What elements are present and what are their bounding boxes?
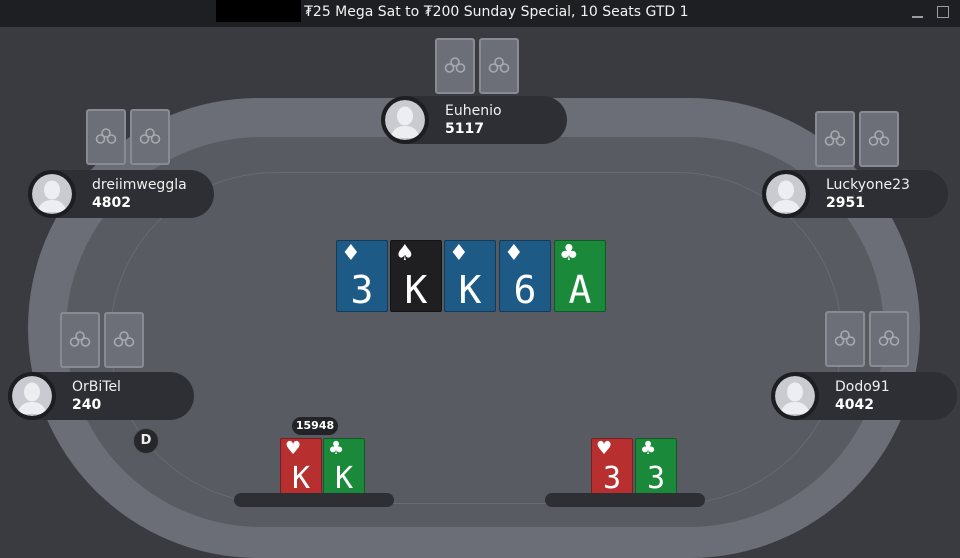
card-rank: A [568,268,592,312]
board-card: ♦ K [444,240,496,312]
club-logo-icon [69,331,91,347]
card-rank: 6 [513,268,537,312]
club-logo-icon [444,57,466,73]
seat-plate-partial [545,493,705,507]
club-logo-icon [113,331,135,347]
avatar [8,372,56,420]
player-name: OrBiTel [72,379,121,395]
seat-orbitel[interactable]: OrBiTel 240 [8,372,194,420]
club-suit-icon: ♣ [559,241,579,266]
window-title: ₮25 Mega Sat to ₮200 Sunday Special, 10 … [304,4,689,20]
user-silhouette-icon [32,174,72,214]
user-silhouette-icon [775,376,815,416]
hole-card: ♣ K [323,438,365,496]
card-back [86,109,126,165]
heart-suit-icon: ♥ [596,438,613,459]
player-name: Euhenio [445,103,502,119]
card-back [130,109,170,165]
minimize-icon[interactable] [910,5,926,21]
avatar [762,170,810,218]
hole-card: ♥ 3 [591,438,633,496]
avatar [28,170,76,218]
club-logo-icon [488,57,510,73]
seat-dreiimweggla[interactable]: dreiimweggla 4802 [28,170,214,218]
bet-amount-badge: 15948 [292,417,338,435]
user-silhouette-icon [766,174,806,214]
table-felt-line [110,172,842,504]
player-stack: 5117 [445,121,484,137]
board-card: ♠ K [390,240,442,312]
club-logo-icon [868,130,890,146]
player-name: Dodo91 [835,379,890,395]
heart-suit-icon: ♥ [285,438,302,459]
avatar [381,96,429,144]
board-card: ♣ A [554,240,606,312]
user-silhouette-icon [12,376,52,416]
diamond-suit-icon: ♦ [449,241,469,266]
title-redaction [216,0,301,22]
diamond-suit-icon: ♦ [341,241,361,266]
player-stack: 4042 [835,397,874,413]
spade-suit-icon: ♠ [395,241,415,266]
card-rank: K [334,461,354,496]
club-logo-icon [139,128,161,144]
club-suit-icon: ♣ [328,438,345,459]
player-stack: 4802 [92,195,131,211]
card-back [825,311,865,367]
player-stack: 240 [72,397,102,413]
board-card: ♦ 6 [499,240,551,312]
dealer-button: D [133,428,159,454]
club-logo-icon [834,330,856,346]
seat-euhenio[interactable]: Euhenio 5117 [381,96,567,144]
card-back [60,312,100,368]
seat-plate-partial [234,493,394,507]
title-bar: ₮25 Mega Sat to ₮200 Sunday Special, 10 … [0,0,960,27]
club-logo-icon [878,330,900,346]
card-back [859,111,899,167]
card-back [435,38,475,94]
player-stack: 2951 [826,195,865,211]
card-rank: K [458,268,482,312]
player-name: Luckyone23 [826,177,910,193]
seat-luckyone23[interactable]: Luckyone23 2951 [762,170,948,218]
club-logo-icon [824,130,846,146]
diamond-suit-icon: ♦ [504,241,524,266]
hole-card: ♣ 3 [635,438,677,496]
card-rank: 3 [602,461,622,496]
card-back [869,311,909,367]
club-suit-icon: ♣ [640,438,657,459]
board-card: ♦ 3 [336,240,388,312]
player-name: dreiimweggla [92,177,187,193]
card-back [815,111,855,167]
card-back [479,38,519,94]
club-logo-icon [95,128,117,144]
avatar [771,372,819,420]
card-back [104,312,144,368]
card-rank: 3 [350,268,374,312]
seat-dodo91[interactable]: Dodo91 4042 [771,372,957,420]
card-rank: K [291,461,311,496]
user-silhouette-icon [385,100,425,140]
maximize-icon[interactable] [936,5,952,21]
card-rank: K [404,268,428,312]
hole-card: ♥ K [280,438,322,496]
card-rank: 3 [646,461,666,496]
